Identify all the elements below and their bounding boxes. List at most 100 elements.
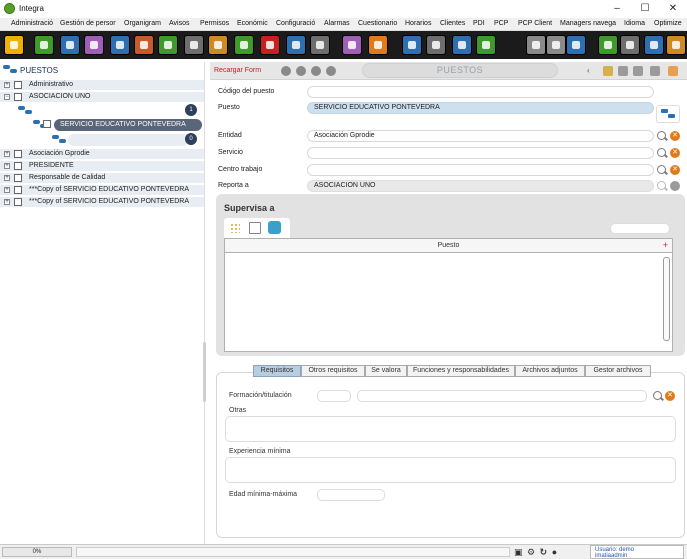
- tree-row[interactable]: + ***Copy of SERVICIO EDUCATIVO PONTEVED…: [0, 185, 204, 196]
- expand-icon[interactable]: +: [4, 151, 10, 157]
- toolbar-button[interactable]: [598, 35, 618, 55]
- export-icon[interactable]: [668, 66, 678, 76]
- search-icon[interactable]: [657, 148, 666, 157]
- toolbar-button[interactable]: [4, 35, 24, 55]
- table-scrollbar[interactable]: [663, 257, 670, 341]
- expand-icon[interactable]: +: [4, 199, 10, 205]
- clear-icon[interactable]: ✕: [665, 391, 675, 401]
- search-icon[interactable]: [657, 165, 666, 174]
- org-chart-icon[interactable]: [52, 135, 66, 144]
- menu-item[interactable]: Económic: [237, 20, 268, 27]
- org-chart-button[interactable]: [656, 105, 680, 123]
- supervisa-filter-input[interactable]: [610, 223, 670, 234]
- tree-checkbox[interactable]: [14, 162, 22, 170]
- menu-item[interactable]: Optimize: [654, 20, 682, 27]
- tab-funciones[interactable]: Funciones y responsabilidades: [407, 365, 515, 377]
- menu-item[interactable]: Administració: [11, 20, 53, 27]
- menu-item[interactable]: Horarios: [405, 20, 431, 27]
- experiencia-textarea[interactable]: [225, 457, 676, 483]
- tree-checkbox[interactable]: [14, 81, 22, 89]
- menu-item[interactable]: Configuració: [276, 20, 315, 27]
- tab-se-valora[interactable]: Se valora: [365, 365, 407, 377]
- tree-row[interactable]: + Asociación Gprodie: [0, 149, 204, 160]
- chevron-left-icon[interactable]: ‹: [587, 66, 590, 75]
- expand-icon[interactable]: +: [4, 187, 10, 193]
- tree-child-node[interactable]: [68, 134, 188, 146]
- menu-item[interactable]: Cuestionario: [358, 20, 397, 27]
- toolbar-button[interactable]: [60, 35, 80, 55]
- puesto-input[interactable]: SERVICIO EDUCATIVO PONTEVEDRA: [307, 102, 654, 114]
- tab-requisitos[interactable]: Requisitos: [253, 365, 301, 377]
- toolbar-button[interactable]: [260, 35, 280, 55]
- maximize-button[interactable]: ☐: [631, 0, 659, 18]
- tree-row[interactable]: − ASOCIACION UNO: [0, 92, 204, 103]
- tab-archivos-adjuntos[interactable]: Archivos adjuntos: [515, 365, 585, 377]
- toolbar-button[interactable]: [452, 35, 472, 55]
- toolbar-button[interactable]: [666, 35, 686, 55]
- toolbar-button[interactable]: [402, 35, 422, 55]
- menu-item[interactable]: Gestión de persor: [60, 20, 116, 27]
- toolbar-button[interactable]: [158, 35, 178, 55]
- tree-checkbox[interactable]: [14, 150, 22, 158]
- menu-item[interactable]: Organigram: [124, 20, 161, 27]
- tools-icon[interactable]: [603, 66, 613, 76]
- tree-checkbox[interactable]: [14, 186, 22, 194]
- refresh-icon[interactable]: [268, 221, 281, 234]
- grid-icon[interactable]: [230, 223, 240, 233]
- search-icon[interactable]: [657, 131, 666, 140]
- toolbar-button[interactable]: [644, 35, 664, 55]
- menu-item[interactable]: Permisos: [200, 20, 229, 27]
- reload-form-button[interactable]: Recargar Form: [214, 67, 261, 74]
- menu-item[interactable]: PCP Client: [518, 20, 552, 27]
- close-button[interactable]: ✕: [659, 0, 687, 18]
- nav-last-icon[interactable]: [326, 66, 336, 76]
- otras-textarea[interactable]: [225, 416, 676, 442]
- save-icon[interactable]: [618, 66, 628, 76]
- table-header-puesto[interactable]: Puesto: [225, 239, 672, 253]
- toolbar-button[interactable]: [476, 35, 496, 55]
- nav-next-icon[interactable]: [311, 66, 321, 76]
- toolbar-button[interactable]: [310, 35, 330, 55]
- toolbar-button[interactable]: [110, 35, 130, 55]
- menu-item[interactable]: Idioma: [624, 20, 645, 27]
- formacion-code-input[interactable]: [317, 390, 351, 402]
- toolbar-button[interactable]: [84, 35, 104, 55]
- menu-item[interactable]: Avisos: [169, 20, 190, 27]
- toolbar-button[interactable]: [208, 35, 228, 55]
- print-icon[interactable]: [633, 66, 643, 76]
- codigo-input[interactable]: [307, 86, 654, 98]
- toolbar-button[interactable]: [286, 35, 306, 55]
- clear-icon[interactable]: ✕: [670, 148, 680, 158]
- centro-input[interactable]: [307, 164, 654, 176]
- tree-row[interactable]: + PRESIDENTE: [0, 161, 204, 172]
- minimize-button[interactable]: –: [603, 0, 631, 18]
- tree-checkbox[interactable]: [14, 174, 22, 182]
- clear-icon[interactable]: ✕: [670, 131, 680, 141]
- servicio-input[interactable]: [307, 147, 654, 159]
- tree-row[interactable]: + Responsable de Calidad: [0, 173, 204, 184]
- tab-gestor-archivos[interactable]: Gestor archivos: [585, 365, 651, 377]
- settings-icon[interactable]: ⚙: [527, 547, 536, 557]
- org-chart-icon[interactable]: [18, 106, 32, 115]
- expand-icon[interactable]: +: [4, 82, 10, 88]
- menu-item[interactable]: PDI: [473, 20, 485, 27]
- toolbar-button[interactable]: [184, 35, 204, 55]
- toolbar-button[interactable]: [620, 35, 640, 55]
- user-icon[interactable]: ●: [552, 547, 558, 557]
- tree-scrollbar[interactable]: [203, 342, 206, 402]
- nav-prev-icon[interactable]: [296, 66, 306, 76]
- save-icon[interactable]: ▣: [514, 547, 524, 557]
- collapse-icon[interactable]: −: [4, 94, 10, 100]
- toolbar-button[interactable]: [526, 35, 546, 55]
- toolbar-button[interactable]: [426, 35, 446, 55]
- tree-row[interactable]: + Administrativo: [0, 80, 204, 91]
- toolbar-button[interactable]: [134, 35, 154, 55]
- menu-item[interactable]: Clientes: [440, 20, 465, 27]
- formacion-input[interactable]: [357, 390, 647, 402]
- entidad-input[interactable]: Asociación Gprodie: [307, 130, 654, 142]
- nav-first-icon[interactable]: [281, 66, 291, 76]
- search-icon[interactable]: [653, 391, 662, 400]
- clear-icon[interactable]: ✕: [670, 165, 680, 175]
- toolbar-button[interactable]: [34, 35, 54, 55]
- tree-selected-node[interactable]: SERVICIO EDUCATIVO PONTEVEDRA: [54, 119, 202, 131]
